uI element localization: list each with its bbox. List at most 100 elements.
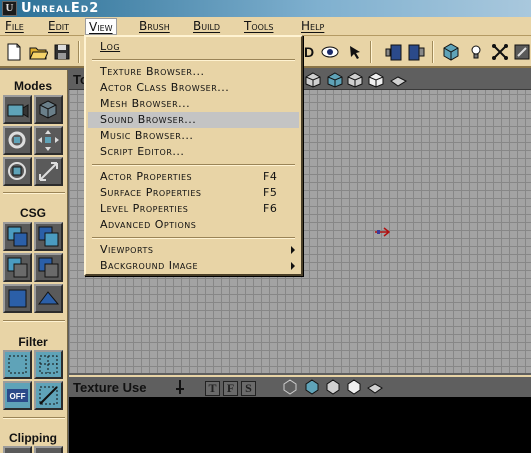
texture-view-icon[interactable] xyxy=(325,379,341,395)
menu-help[interactable]: Help xyxy=(298,18,327,35)
arrow-tool-icon[interactable] xyxy=(346,42,366,62)
actor-marker-icon[interactable] xyxy=(374,227,390,237)
zone-view-icon[interactable] xyxy=(327,72,344,88)
invert-selection-icon xyxy=(39,386,58,405)
3d-icon[interactable]: D xyxy=(300,42,320,62)
panel-divider xyxy=(3,192,65,194)
texture-use-label: Texture Use xyxy=(73,380,147,395)
menu-item-log[interactable]: Log xyxy=(88,39,299,55)
submenu-arrow-icon xyxy=(291,262,295,270)
filter-off-icon: OFF xyxy=(7,389,28,402)
actor-properties-icon[interactable] xyxy=(383,42,403,62)
menu-file[interactable]: File xyxy=(2,18,27,35)
menu-item-background-image[interactable]: Background Image xyxy=(88,258,299,274)
camera-icon xyxy=(7,104,29,118)
rotate-icon xyxy=(8,131,26,149)
menu-bar: File Edit View Brush Build Tools Help xyxy=(0,17,531,36)
scale-button[interactable] xyxy=(3,157,32,186)
menu-item-actor-properties[interactable]: Actor Properties F4 xyxy=(88,169,299,185)
menu-tools[interactable]: Tools xyxy=(241,18,276,35)
view-menu-dropdown: Log Texture Browser... Actor Class Brows… xyxy=(84,35,303,276)
flat-view-icon[interactable] xyxy=(390,72,408,88)
add-special-brush-button[interactable] xyxy=(34,284,63,313)
menu-build[interactable]: Build xyxy=(190,18,223,35)
csg-intersect-icon xyxy=(7,257,28,278)
vertex-edit-button[interactable] xyxy=(34,95,63,124)
pin-icon[interactable] xyxy=(173,379,187,395)
region-grid-icon xyxy=(39,355,58,374)
toolbar-separator xyxy=(432,41,434,63)
modes-title: Modes xyxy=(13,79,52,93)
menu-edit[interactable]: Edit xyxy=(45,18,72,35)
menu-separator xyxy=(92,164,295,166)
menu-view[interactable]: View xyxy=(85,18,117,35)
dynamic-light-view-icon[interactable] xyxy=(346,379,362,395)
menu-item-surface-properties[interactable]: Surface Properties F5 xyxy=(88,185,299,201)
texture-toggle-f[interactable]: F xyxy=(223,381,238,396)
scale-icon xyxy=(8,162,26,180)
texture-toggle-t[interactable]: T xyxy=(205,381,220,396)
flat-view-icon[interactable] xyxy=(367,379,383,395)
csg-intersect-button[interactable] xyxy=(3,253,32,282)
csg-subtract-button[interactable] xyxy=(34,222,63,251)
wireframe-view-icon[interactable] xyxy=(305,72,322,88)
menu-item-viewports[interactable]: Viewports xyxy=(88,242,299,258)
lightbulb-icon[interactable] xyxy=(466,42,486,62)
texture-view-icon[interactable] xyxy=(347,72,364,88)
clip-button[interactable] xyxy=(3,446,32,453)
new-icon[interactable] xyxy=(4,42,24,62)
toolbar-separator xyxy=(370,41,372,63)
panel-divider xyxy=(3,417,65,419)
menu-item-actor-class-browser[interactable]: Actor Class Browser... xyxy=(88,80,299,96)
clip-split-button[interactable] xyxy=(34,446,63,453)
menu-separator xyxy=(92,237,295,239)
cube-select-icon xyxy=(39,100,57,119)
shortcut-f5: F5 xyxy=(263,186,278,199)
filter-off-button[interactable]: OFF xyxy=(3,381,32,410)
menu-item-music-browser[interactable]: Music Browser... xyxy=(88,128,299,144)
filter-region-button[interactable] xyxy=(34,350,63,379)
rotate-button[interactable] xyxy=(3,126,32,155)
shortcut-f4: F4 xyxy=(263,170,278,183)
move-button[interactable] xyxy=(34,126,63,155)
filter-select-button[interactable] xyxy=(3,350,32,379)
menu-item-advanced-options[interactable]: Advanced Options xyxy=(88,217,299,233)
stretch-button[interactable] xyxy=(34,157,63,186)
menu-separator xyxy=(92,59,295,61)
special-brush-icon xyxy=(38,291,60,305)
csg-subtract-icon xyxy=(38,226,59,247)
menu-brush[interactable]: Brush xyxy=(136,18,173,35)
submenu-arrow-icon xyxy=(291,246,295,254)
csg-deintersect-icon xyxy=(38,257,59,278)
csg-deintersect-button[interactable] xyxy=(34,253,63,282)
menu-item-level-properties[interactable]: Level Properties F6 xyxy=(88,201,299,217)
csg-add-button[interactable] xyxy=(3,222,32,251)
zone-view-icon[interactable] xyxy=(304,379,320,395)
surface-properties-icon[interactable] xyxy=(406,42,426,62)
menu-item-texture-browser[interactable]: Texture Browser... xyxy=(88,64,299,80)
left-tool-panel: Modes CSG Filter OFF Clipping xyxy=(0,70,68,453)
texture-use-viewport[interactable] xyxy=(69,397,531,453)
texture-toggle-s[interactable]: S xyxy=(241,381,256,396)
svg-text:D: D xyxy=(304,44,314,60)
settings-icon[interactable] xyxy=(512,42,531,62)
filter-invert-button[interactable] xyxy=(34,381,63,410)
menu-item-sound-browser[interactable]: Sound Browser... xyxy=(88,112,299,128)
camera-move-button[interactable] xyxy=(3,95,32,124)
save-icon[interactable] xyxy=(52,42,72,62)
eye-icon[interactable] xyxy=(320,42,340,62)
move-arrows-icon xyxy=(38,130,59,151)
mover-icon xyxy=(8,289,27,308)
menu-item-mesh-browser[interactable]: Mesh Browser... xyxy=(88,96,299,112)
cube-icon[interactable] xyxy=(441,42,461,62)
add-mover-button[interactable] xyxy=(3,284,32,313)
unreal-logo-icon[interactable]: U xyxy=(2,1,17,16)
texture-use-header: Texture Use T F S xyxy=(69,375,531,397)
filter-off-label: OFF xyxy=(10,392,26,401)
filter-title: Filter xyxy=(18,335,48,349)
menu-item-script-editor[interactable]: Script Editor... xyxy=(88,144,299,160)
wireframe-view-icon[interactable] xyxy=(282,379,298,395)
links-icon[interactable] xyxy=(490,42,510,62)
dynamic-light-view-icon[interactable] xyxy=(368,72,385,88)
open-icon[interactable] xyxy=(28,42,49,62)
